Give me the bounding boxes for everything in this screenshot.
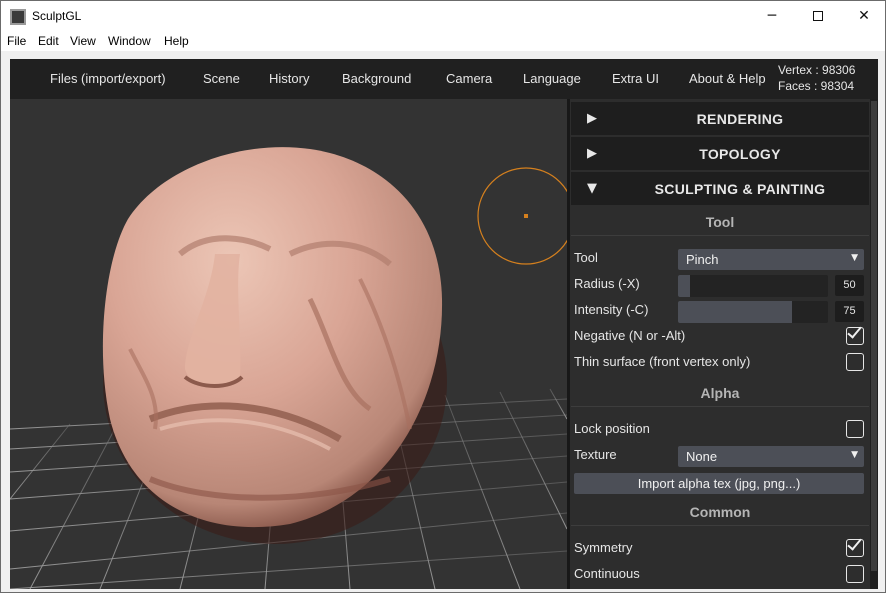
minimize-button[interactable]: ─ xyxy=(749,1,795,31)
brush-cursor xyxy=(477,167,567,265)
menubar: File Edit View Window Help xyxy=(0,31,886,51)
gui-panel: ▶ RENDERING ▶ TOPOLOGY ▼ SCULPTING & PAI… xyxy=(570,99,870,589)
menu-edit[interactable]: Edit xyxy=(38,34,59,48)
negative-checkbox[interactable] xyxy=(846,323,864,345)
maximize-icon xyxy=(813,11,823,21)
nav-history[interactable]: History xyxy=(269,71,309,86)
tool-select-value: Pinch xyxy=(686,252,719,267)
symmetry-label: Symmetry xyxy=(574,540,633,555)
group-title-common: Common xyxy=(571,498,869,526)
expand-arrow-icon: ▶ xyxy=(587,146,597,161)
section-topology[interactable]: ▶ TOPOLOGY xyxy=(571,137,869,170)
radius-slider[interactable] xyxy=(678,275,828,297)
top-navigation: Files (import/export) Scene History Back… xyxy=(10,59,878,99)
nav-background[interactable]: Background xyxy=(342,71,411,86)
tool-select[interactable]: Pinch ▼ xyxy=(678,249,864,270)
intensity-value-field[interactable]: 75 xyxy=(835,301,864,322)
texture-label: Texture xyxy=(574,447,617,462)
app-frame: Files (import/export) Scene History Back… xyxy=(0,51,886,593)
section-rendering[interactable]: ▶ RENDERING xyxy=(571,102,869,135)
menu-window[interactable]: Window xyxy=(108,34,151,48)
window-title: SculptGL xyxy=(32,9,82,23)
group-title-tool: Tool xyxy=(571,208,869,236)
radius-value-field[interactable]: 50 xyxy=(835,275,864,296)
window-titlebar: SculptGL ─ ✕ xyxy=(0,0,886,31)
tool-label: Tool xyxy=(574,250,598,265)
faces-count: Faces : 98304 xyxy=(778,79,855,93)
maximize-button[interactable] xyxy=(795,1,841,31)
texture-select-value: None xyxy=(686,449,718,464)
thin-surface-checkbox[interactable] xyxy=(846,353,864,371)
sculptgl-app: Files (import/export) Scene History Back… xyxy=(10,59,878,589)
nav-extra-ui[interactable]: Extra UI xyxy=(612,71,659,86)
chevron-down-icon: ▼ xyxy=(851,450,858,460)
menu-file[interactable]: File xyxy=(7,34,26,48)
group-title-alpha: Alpha xyxy=(571,379,869,407)
checkmark-icon xyxy=(847,535,862,551)
nav-camera[interactable]: Camera xyxy=(446,71,492,86)
continuous-checkbox[interactable] xyxy=(846,565,864,583)
chevron-down-icon: ▼ xyxy=(851,253,858,263)
app-icon xyxy=(10,9,26,25)
symmetry-checkbox[interactable] xyxy=(846,535,864,557)
negative-label: Negative (N or -Alt) xyxy=(574,328,686,343)
3d-viewport[interactable] xyxy=(10,99,567,589)
lock-position-label: Lock position xyxy=(574,421,650,436)
texture-select[interactable]: None ▼ xyxy=(678,446,864,467)
menu-help[interactable]: Help xyxy=(164,34,189,48)
viewport-canvas[interactable] xyxy=(10,99,567,589)
import-alpha-button[interactable]: Import alpha tex (jpg, png...) xyxy=(574,473,864,494)
section-sculpting-painting[interactable]: ▼ SCULPTING & PAINTING xyxy=(571,172,869,205)
nav-scene[interactable]: Scene xyxy=(203,71,240,86)
nav-about-help[interactable]: About & Help xyxy=(689,71,766,86)
thin-surface-label: Thin surface (front vertex only) xyxy=(574,354,751,369)
menu-view[interactable]: View xyxy=(70,34,96,48)
intensity-slider-fill xyxy=(678,301,792,323)
radius-slider-fill xyxy=(678,275,690,297)
continuous-label: Continuous xyxy=(574,566,640,581)
intensity-label: Intensity (-C) xyxy=(574,302,649,317)
nav-files[interactable]: Files (import/export) xyxy=(50,71,166,86)
section-label: RENDERING xyxy=(696,111,784,127)
collapse-arrow-icon: ▼ xyxy=(587,181,597,196)
mesh-stats: Vertex : 98306 Faces : 98304 xyxy=(778,62,855,94)
checkmark-icon xyxy=(847,323,862,339)
section-label: TOPOLOGY xyxy=(699,146,781,162)
lock-position-checkbox[interactable] xyxy=(846,420,864,438)
expand-arrow-icon: ▶ xyxy=(587,111,597,126)
scrollbar-thumb[interactable] xyxy=(871,101,877,571)
nav-language[interactable]: Language xyxy=(523,71,581,86)
intensity-slider[interactable] xyxy=(678,301,828,323)
close-button[interactable]: ✕ xyxy=(841,1,886,31)
vertex-count: Vertex : 98306 xyxy=(778,63,856,77)
section-label: SCULPTING & PAINTING xyxy=(654,181,826,197)
radius-label: Radius (-X) xyxy=(574,276,640,291)
panel-scrollbar[interactable] xyxy=(870,99,878,589)
sculpt-mesh-head[interactable] xyxy=(102,147,447,544)
